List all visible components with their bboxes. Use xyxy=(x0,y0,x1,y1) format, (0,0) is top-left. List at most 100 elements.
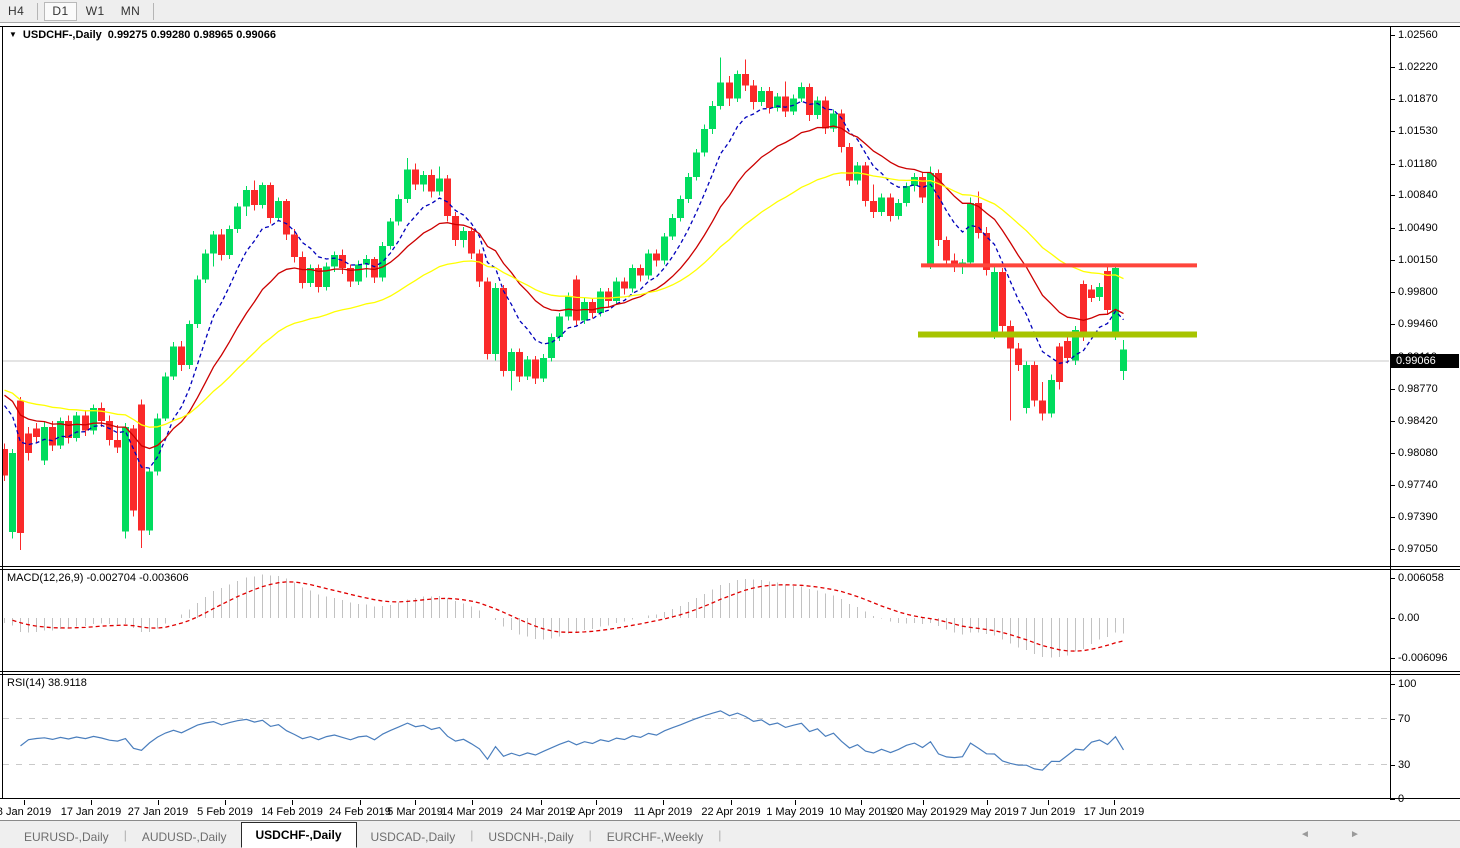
date-tick xyxy=(91,800,92,805)
chart-title: ▼ USDCHF-,Daily 0.99275 0.99280 0.98965 … xyxy=(9,29,276,41)
macd-axis-label-tick xyxy=(1390,578,1395,579)
price-axis-label: 0.99800 xyxy=(1398,286,1438,299)
date-tick xyxy=(472,800,473,805)
timeframe-toolbar: H4 D1W1MN xyxy=(0,0,1460,23)
price-axis-label-tick xyxy=(1390,324,1395,325)
price-axis-label-tick xyxy=(1390,67,1395,68)
rsi-axis-label-tick xyxy=(1390,765,1395,766)
macd-indicator-chart[interactable] xyxy=(3,570,1389,670)
macd-axis-label: -0.006096 xyxy=(1398,652,1448,665)
current-price-label: 0.99066 xyxy=(1391,354,1459,368)
date-tick xyxy=(795,800,796,805)
date-label: 7 Jun 2019 xyxy=(1021,806,1075,818)
date-tick xyxy=(158,800,159,805)
date-label: 29 May 2019 xyxy=(955,806,1019,818)
tab-eurchf-weekly[interactable]: EURCHF-,Weekly xyxy=(593,826,717,848)
price-axis-label: 1.00840 xyxy=(1398,189,1438,202)
date-label: 10 May 2019 xyxy=(829,806,893,818)
timeframe-button-d1[interactable]: D1 xyxy=(44,2,76,21)
rsi-axis-label: 70 xyxy=(1398,713,1410,726)
candlestick-chart[interactable] xyxy=(3,27,1389,565)
rsi-indicator-chart[interactable] xyxy=(3,675,1389,797)
date-tick xyxy=(861,800,862,805)
macd-axis-label-tick xyxy=(1390,618,1395,619)
rsi-axis-label: 30 xyxy=(1398,759,1410,772)
price-axis-label: 1.00150 xyxy=(1398,254,1438,267)
date-label: 24 Feb 2019 xyxy=(329,806,391,818)
tab-eurusd-daily[interactable]: EURUSD-,Daily xyxy=(10,826,123,848)
trading-platform-window: H4 D1W1MN ▼ USDCHF-,Daily 0.99275 0.99280… xyxy=(0,0,1460,848)
date-tick xyxy=(24,800,25,805)
timeframe-button-w1[interactable]: W1 xyxy=(79,2,112,21)
date-label: 5 Mar 2019 xyxy=(387,806,443,818)
rsi-axis-label: 0 xyxy=(1398,793,1404,806)
price-axis-label-tick xyxy=(1390,453,1395,454)
price-axis-label: 1.01870 xyxy=(1398,93,1438,106)
price-axis-label-tick xyxy=(1390,99,1395,100)
date-tick xyxy=(541,800,542,805)
price-axis-label-tick xyxy=(1390,260,1395,261)
date-tick xyxy=(923,800,924,805)
tab-separator: | xyxy=(717,828,722,842)
tab-usdchf-daily[interactable]: USDCHF-,Daily xyxy=(241,822,357,848)
date-label: 11 Apr 2019 xyxy=(634,806,693,818)
price-axis-label-tick xyxy=(1390,485,1395,486)
date-tick xyxy=(596,800,597,805)
price-axis-label: 0.97050 xyxy=(1398,543,1438,556)
chart-tab-bar: EURUSD-,Daily | AUDUSD-,DailyUSDCHF-,Daily… xyxy=(0,820,1460,848)
price-axis-label: 0.98770 xyxy=(1398,383,1438,396)
tab-scroll-right-icon[interactable]: ► xyxy=(1350,829,1360,840)
date-label: 17 Jun 2019 xyxy=(1084,806,1145,818)
date-tick xyxy=(663,800,664,805)
date-tick xyxy=(360,800,361,805)
date-label: 1 May 2019 xyxy=(766,806,823,818)
chart-symbol-label: USDCHF-,Daily xyxy=(23,29,102,41)
collapse-chart-icon[interactable]: ▼ xyxy=(9,30,17,39)
date-tick xyxy=(225,800,226,805)
price-axis-label: 1.00490 xyxy=(1398,222,1438,235)
price-axis-label: 1.01180 xyxy=(1398,158,1437,171)
price-axis-label: 1.01530 xyxy=(1398,125,1438,138)
macd-label: MACD(12,26,9) -0.002704 -0.003606 xyxy=(7,572,189,584)
toolbar-separator xyxy=(153,3,154,20)
price-axis-label-tick xyxy=(1390,228,1395,229)
rsi-axis-label-tick xyxy=(1390,684,1395,685)
price-axis-label-tick xyxy=(1390,421,1395,422)
rsi-axis-label: 100 xyxy=(1398,678,1416,691)
toolbar-separator xyxy=(37,3,38,20)
tab-audusd-daily[interactable]: AUDUSD-,Daily xyxy=(128,826,241,848)
price-axis-label-tick xyxy=(1390,517,1395,518)
date-tick xyxy=(987,800,988,805)
price-axis-label: 1.02220 xyxy=(1398,61,1438,74)
macd-axis-label: 0.006058 xyxy=(1398,572,1444,585)
date-label: 24 Mar 2019 xyxy=(510,806,572,818)
date-tick xyxy=(1048,800,1049,805)
price-axis-label-tick xyxy=(1390,164,1395,165)
date-tick xyxy=(415,800,416,805)
price-axis-label: 0.99460 xyxy=(1398,318,1438,331)
macd-rsi-separator[interactable] xyxy=(0,671,1460,672)
date-label: 17 Jan 2019 xyxy=(61,806,122,818)
price-axis-label-tick xyxy=(1390,35,1395,36)
price-axis-label-tick xyxy=(1390,549,1395,550)
price-axis-label: 0.98080 xyxy=(1398,447,1438,460)
price-axis-label-tick xyxy=(1390,195,1395,196)
price-axis-label: 0.98420 xyxy=(1398,415,1438,428)
price-axis-label-tick xyxy=(1390,292,1395,293)
macd-axis-label: 0.00 xyxy=(1398,612,1419,625)
date-label: 22 Apr 2019 xyxy=(701,806,760,818)
tab-scroll-left-icon[interactable]: ◄ xyxy=(1300,829,1310,840)
date-tick xyxy=(1114,800,1115,805)
timeframe-button-mn[interactable]: MN xyxy=(114,2,148,21)
date-label: 20 May 2019 xyxy=(891,806,955,818)
price-axis-label-tick xyxy=(1390,131,1395,132)
timeframe-button-h4[interactable]: H4 xyxy=(1,2,31,21)
date-tick xyxy=(292,800,293,805)
rsi-axis-label-tick xyxy=(1390,719,1395,720)
tab-usdcad-daily[interactable]: USDCAD-,Daily xyxy=(357,826,470,848)
chart-ohlc-values: 0.99275 0.99280 0.98965 0.99066 xyxy=(108,29,276,41)
tab-usdcnh-daily[interactable]: USDCNH-,Daily xyxy=(474,826,587,848)
date-label: 5 Feb 2019 xyxy=(197,806,253,818)
main-macd-separator[interactable] xyxy=(0,566,1460,567)
date-label: 2 Apr 2019 xyxy=(569,806,622,818)
